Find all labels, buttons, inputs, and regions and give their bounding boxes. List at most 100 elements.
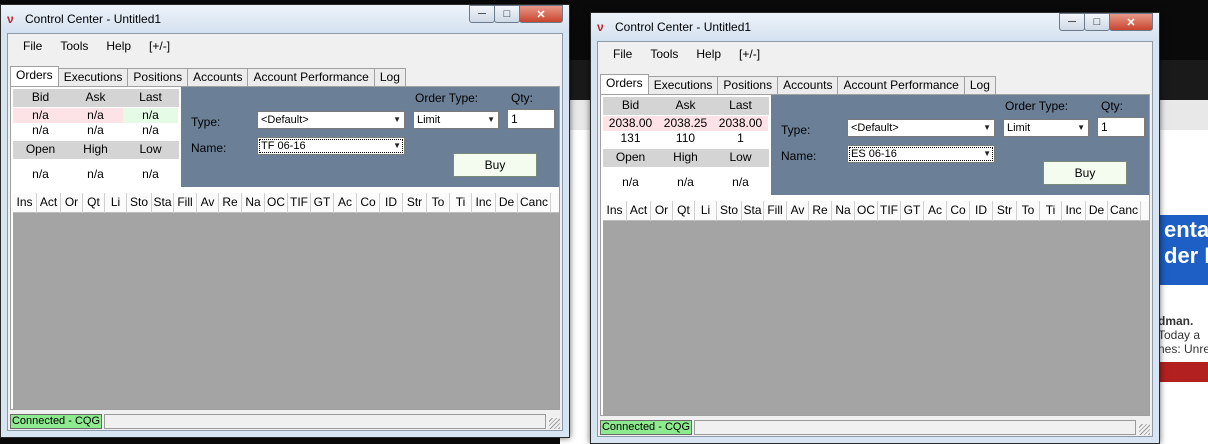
column-header[interactable]: Ti: [450, 193, 472, 213]
menu-tools[interactable]: Tools: [641, 47, 687, 61]
column-header[interactable]: Na: [242, 193, 265, 213]
name-combo[interactable]: ES 06-16 ▼: [847, 145, 995, 163]
order-type-combo[interactable]: Limit ▼: [413, 111, 499, 129]
tab-account-performance[interactable]: Account Performance: [247, 68, 375, 86]
name-combo[interactable]: TF 06-16 ▼: [257, 137, 405, 155]
tab-accounts[interactable]: Accounts: [187, 68, 249, 86]
name-value: ES 06-16: [851, 148, 897, 160]
orders-grid-header: Ins Act Or Qt Li Sto Sta Fill Av Re Na OC TIF GT Ac Co I…: [603, 201, 1149, 221]
window-titlebar[interactable]: ν Control Center - Untitled1 ─ □ ✕: [1, 5, 569, 33]
minimize-icon: ─: [1068, 16, 1076, 28]
window-titlebar[interactable]: ν Control Center - Untitled1 ─ □ ✕: [591, 13, 1159, 41]
menu-toggle[interactable]: [+/-]: [140, 39, 179, 53]
column-header[interactable]: Na: [832, 201, 855, 221]
open-value: n/a: [32, 167, 49, 181]
low-header: Low: [139, 142, 162, 156]
column-header[interactable]: Str: [993, 201, 1017, 221]
buy-button[interactable]: Buy: [1043, 161, 1127, 185]
column-header[interactable]: Qt: [83, 193, 105, 213]
maximize-button[interactable]: □: [494, 5, 520, 23]
column-header[interactable]: Fill: [764, 201, 787, 221]
column-header[interactable]: Str: [403, 193, 427, 213]
column-header[interactable]: GT: [311, 193, 334, 213]
order-type-label: Order Type:: [1005, 99, 1069, 113]
qty-input[interactable]: 1: [507, 109, 555, 129]
column-header[interactable]: Canc: [1108, 201, 1141, 221]
column-header[interactable]: ID: [380, 193, 403, 213]
close-button[interactable]: ✕: [1109, 13, 1153, 31]
type-combo[interactable]: <Default> ▼: [257, 111, 405, 129]
bg-banner-text-2: der Bl: [1164, 243, 1208, 268]
column-header[interactable]: De: [1086, 201, 1108, 221]
menu-toggle[interactable]: [+/-]: [730, 47, 769, 61]
app-logo-icon: ν: [7, 12, 14, 26]
column-header[interactable]: Ti: [1040, 201, 1062, 221]
menu-file[interactable]: File: [604, 47, 641, 61]
column-header[interactable]: Ac: [334, 193, 357, 213]
column-header[interactable]: Re: [219, 193, 242, 213]
tab-accounts[interactable]: Accounts: [777, 76, 839, 94]
column-header[interactable]: Av: [787, 201, 809, 221]
column-header[interactable]: Act: [627, 201, 651, 221]
buy-button[interactable]: Buy: [453, 153, 537, 177]
column-header[interactable]: TIF: [288, 193, 311, 213]
column-header[interactable]: Av: [197, 193, 219, 213]
qty-input[interactable]: 1: [1097, 117, 1145, 137]
order-type-combo[interactable]: Limit ▼: [1003, 119, 1089, 137]
tab-log[interactable]: Log: [963, 76, 996, 94]
column-header[interactable]: TIF: [878, 201, 901, 221]
quote-header-row-2: Open High Low: [603, 149, 769, 167]
column-header[interactable]: Re: [809, 201, 832, 221]
column-header[interactable]: Canc: [518, 193, 551, 213]
column-header[interactable]: Sta: [152, 193, 174, 213]
column-header[interactable]: Qt: [673, 201, 695, 221]
column-header[interactable]: Inc: [472, 193, 496, 213]
tab-log[interactable]: Log: [373, 68, 406, 86]
tab-account-performance[interactable]: Account Performance: [837, 76, 965, 94]
menu-tools[interactable]: Tools: [51, 39, 97, 53]
ask-header: Ask: [85, 90, 106, 104]
close-button[interactable]: ✕: [519, 5, 563, 23]
column-header[interactable]: To: [427, 193, 450, 213]
column-header[interactable]: Co: [947, 201, 970, 221]
type-combo[interactable]: <Default> ▼: [847, 119, 995, 137]
column-header[interactable]: Ins: [603, 201, 627, 221]
column-header[interactable]: Sto: [717, 201, 742, 221]
column-header[interactable]: Fill: [174, 193, 197, 213]
column-header[interactable]: Or: [651, 201, 673, 221]
column-header[interactable]: Inc: [1062, 201, 1086, 221]
tab-orders[interactable]: Orders: [600, 74, 649, 94]
tab-positions[interactable]: Positions: [127, 68, 189, 86]
column-header[interactable]: De: [496, 193, 518, 213]
column-header[interactable]: OC: [855, 201, 878, 221]
menu-help[interactable]: Help: [97, 39, 140, 53]
column-header[interactable]: GT: [901, 201, 924, 221]
column-header[interactable]: To: [1017, 201, 1040, 221]
column-header[interactable]: Li: [695, 201, 717, 221]
tab-orders[interactable]: Orders: [10, 66, 59, 86]
column-header[interactable]: Li: [105, 193, 127, 213]
chevron-down-icon: ▼: [983, 123, 991, 132]
column-header[interactable]: Or: [61, 193, 83, 213]
resize-grip-icon[interactable]: [1139, 424, 1150, 435]
maximize-button[interactable]: □: [1084, 13, 1110, 31]
tab-positions[interactable]: Positions: [717, 76, 779, 94]
minimize-button[interactable]: ─: [469, 5, 495, 23]
column-header[interactable]: OC: [265, 193, 288, 213]
column-header[interactable]: Ac: [924, 201, 947, 221]
menu-help[interactable]: Help: [687, 47, 730, 61]
column-header[interactable]: Co: [357, 193, 380, 213]
column-header[interactable]: ID: [970, 201, 993, 221]
tab-executions[interactable]: Executions: [57, 68, 129, 86]
minimize-button[interactable]: ─: [1059, 13, 1085, 31]
bid-header: Bid: [31, 90, 50, 104]
resize-grip-icon[interactable]: [549, 418, 560, 429]
menu-file[interactable]: File: [14, 39, 51, 53]
column-header[interactable]: Sta: [742, 201, 764, 221]
tab-executions[interactable]: Executions: [647, 76, 719, 94]
close-icon: ✕: [536, 8, 546, 21]
column-header[interactable]: Ins: [13, 193, 37, 213]
column-header[interactable]: Sto: [127, 193, 152, 213]
status-bar: Connected - CQG: [598, 418, 1152, 436]
column-header[interactable]: Act: [37, 193, 61, 213]
